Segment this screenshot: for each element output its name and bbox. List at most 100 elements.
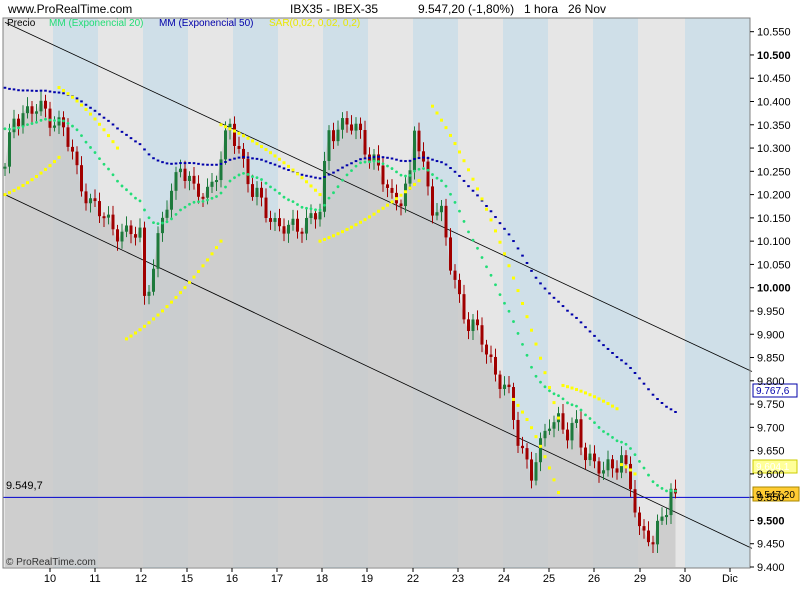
sar-dot	[408, 186, 412, 190]
candle-body	[318, 211, 322, 220]
sar-dot	[584, 391, 587, 395]
candle-body	[147, 291, 151, 296]
candle-body	[291, 218, 295, 225]
sar-dot	[530, 426, 533, 430]
ema20-point	[548, 389, 551, 393]
candle-body	[593, 453, 596, 462]
ema50-point	[471, 189, 475, 192]
ema20-point	[17, 126, 20, 130]
sar-dot	[350, 225, 353, 229]
ema20-point	[291, 200, 295, 204]
candle-body	[246, 158, 250, 185]
y-tick-label: 9.750	[757, 399, 785, 411]
sar-dot	[444, 126, 448, 130]
ema50-point	[111, 123, 115, 126]
candle-body	[26, 106, 29, 114]
ema50-point	[80, 100, 83, 103]
ema50-point	[485, 204, 488, 207]
candle-body	[354, 123, 358, 131]
sar-dot	[480, 197, 484, 201]
candle-body	[305, 217, 308, 234]
candle-body	[575, 419, 578, 424]
ema20-point	[633, 453, 637, 457]
candle-body	[107, 214, 110, 218]
ema50-point	[26, 89, 29, 92]
sar-dot	[39, 171, 43, 175]
ema50-point	[408, 159, 412, 162]
sar-dot	[395, 197, 398, 201]
y-tick-label: 10.450	[757, 73, 791, 85]
candle-body	[543, 430, 547, 439]
ema50-point	[674, 410, 677, 413]
x-tick-label: 25	[543, 573, 555, 585]
ema20-point	[71, 124, 74, 128]
ema20-point	[35, 120, 38, 124]
sar-dot	[93, 117, 97, 121]
x-tick-label: 15	[181, 573, 193, 585]
ema50-point	[660, 401, 664, 404]
site-title: www.ProRealTime.com	[7, 2, 132, 16]
ema50-point	[611, 351, 614, 354]
sar-dot	[192, 275, 196, 279]
candle-body	[647, 530, 650, 543]
legend-sar: SAR(0,02, 0,02, 0,2)	[269, 18, 360, 29]
ema50-point	[395, 158, 398, 161]
candle-body	[399, 203, 403, 207]
ema50-point	[444, 163, 448, 166]
ema50-point	[12, 88, 16, 91]
candle-body	[3, 166, 7, 169]
candle-body	[669, 488, 673, 516]
candle-body	[134, 234, 137, 238]
y-tick-label: 9.500	[757, 515, 785, 527]
ema20-point	[557, 394, 560, 398]
y-tick-label: 10.550	[757, 27, 791, 39]
ema20-point	[30, 122, 34, 125]
sar-dot	[372, 212, 376, 216]
sar-dot	[377, 209, 380, 213]
candle-body	[651, 542, 655, 545]
ema20-point	[381, 162, 385, 166]
ema50-point	[48, 90, 52, 93]
sar-dot	[498, 240, 502, 244]
candle-body	[579, 419, 583, 448]
ema50-point	[318, 177, 322, 180]
ema50-point	[3, 86, 7, 89]
ema50-point	[152, 157, 155, 160]
candle-body	[539, 438, 542, 463]
candle-body	[363, 130, 367, 155]
ema20-point	[143, 208, 146, 212]
sar-dot	[507, 264, 511, 268]
ema50-point	[300, 173, 304, 176]
candle-body	[102, 216, 106, 219]
x-tick-label: 26	[588, 573, 600, 585]
ema50-point	[606, 347, 610, 350]
ema20-point	[318, 208, 322, 212]
sar-dot	[575, 388, 578, 392]
candle-body	[404, 183, 407, 207]
ema20-point	[512, 320, 515, 323]
ema50-point	[539, 282, 542, 285]
ema50-point	[197, 162, 200, 165]
ema20-point	[89, 146, 92, 149]
candle-body	[165, 209, 169, 218]
ema50-point	[237, 156, 241, 159]
ema20-point	[476, 246, 479, 250]
ema50-point	[390, 157, 394, 160]
sar-dot	[521, 301, 524, 305]
candle-body	[278, 218, 281, 227]
ema20-point	[21, 125, 25, 128]
ema20-point	[354, 164, 358, 168]
candle-body	[665, 515, 668, 518]
sar-dot	[219, 239, 223, 243]
sar-dot	[561, 383, 565, 387]
ema50-point	[548, 292, 551, 295]
candle-body	[476, 319, 479, 326]
ema50-point	[30, 89, 34, 92]
ema50-point	[323, 176, 326, 179]
candle-body	[624, 455, 628, 464]
sar-dot	[224, 125, 227, 129]
ema50-point	[584, 326, 587, 329]
candle-body	[269, 218, 272, 222]
ema20-point	[584, 413, 587, 417]
ema50-point	[44, 89, 47, 92]
